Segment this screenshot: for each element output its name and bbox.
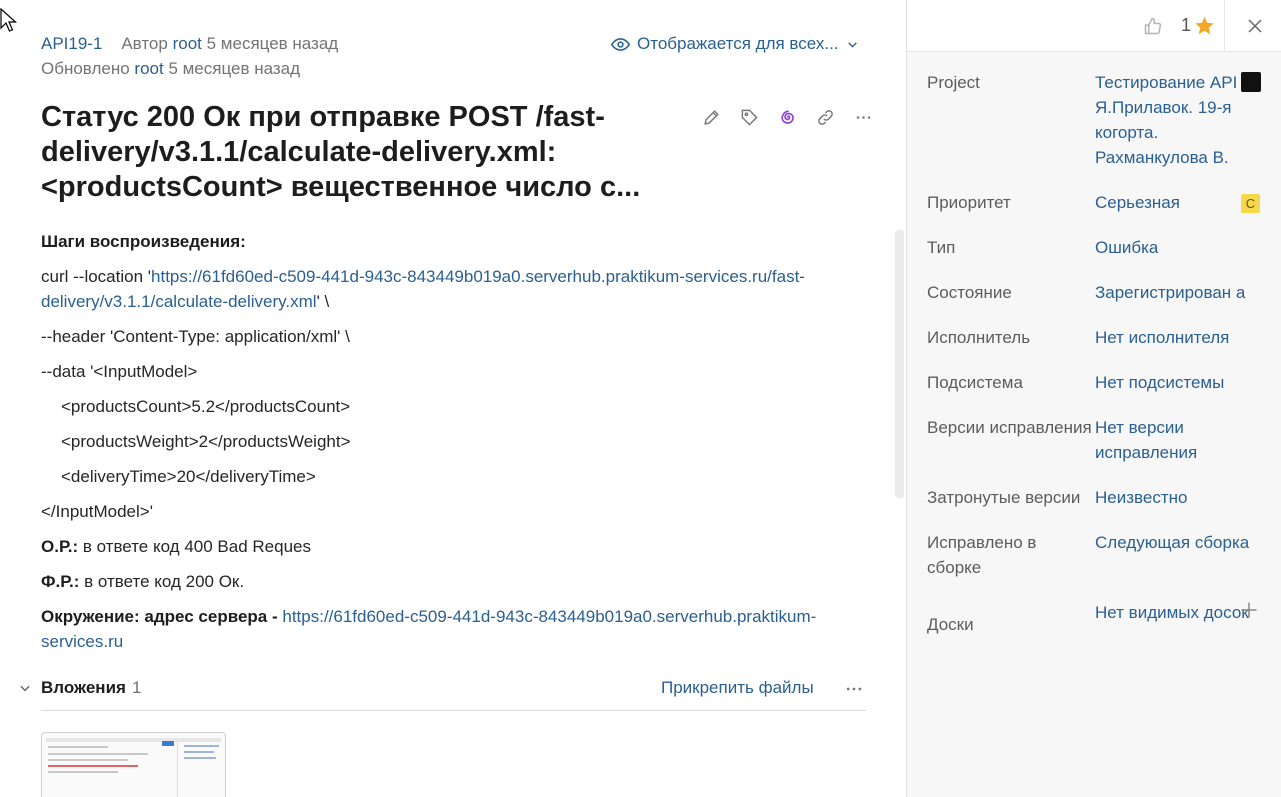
field-key: Приоритет (927, 193, 1011, 212)
attachment-thumbnail[interactable] (41, 732, 226, 797)
more-horizontal-icon[interactable] (844, 679, 864, 699)
field-affected-versions: Затронутые версии Неизвестно (927, 485, 1267, 510)
field-key: Затронутые версии (927, 488, 1081, 507)
votes-counter[interactable]: 1 (1181, 15, 1215, 36)
copy-link-button[interactable] (814, 106, 837, 129)
field-fixed-in-build: Исправлено в сборке Следующая сборка (927, 530, 1267, 580)
field-assignee: Исполнитель Нет исполнителя (927, 325, 1267, 350)
updated-time: 5 месяцев назад (168, 59, 301, 78)
field-subsystem: Подсистема Нет подсистемы (927, 370, 1267, 395)
issue-fields: Project Тестирование API Я.Прилавок. 19-… (927, 70, 1267, 657)
link-icon (818, 110, 833, 125)
expected-result: О.Р.: в ответе код 400 Bad Reques (41, 534, 886, 559)
issue-meta-updated: Обновлено root 5 месяцев назад (41, 59, 300, 79)
field-key: Project (927, 73, 980, 92)
priority-badge: С (1241, 194, 1260, 213)
actual-text: в ответе код 200 Ок. (79, 572, 245, 591)
curl-line: curl --location 'https://61fd60ed-c509-4… (41, 264, 886, 314)
actual-result: Ф.Р.: в ответе код 200 Ок. (41, 569, 886, 594)
field-type: Тип Ошибка (927, 235, 1267, 260)
votes-count: 1 (1181, 15, 1192, 35)
field-value[interactable]: Следующая сборка (1095, 530, 1250, 580)
expected-text: в ответе код 400 Bad Reques (78, 537, 311, 556)
author-link[interactable]: root (173, 34, 202, 53)
field-value[interactable]: Неизвестно (1095, 485, 1250, 510)
issue-description: Шаги воспроизведения: curl --location 'h… (41, 229, 886, 664)
xml-products-weight: <productsWeight>2</productsWeight> (61, 432, 351, 451)
xml-delivery-time: <deliveryTime>20</deliveryTime> (61, 467, 316, 486)
actual-label: Ф.Р.: (41, 572, 80, 591)
tag-button[interactable] (738, 106, 761, 129)
updater-link[interactable]: root (134, 59, 163, 78)
updated-prefix: Обновлено (41, 59, 130, 78)
issue-title[interactable]: Статус 200 Ок при отправке POST /fast-de… (41, 100, 691, 205)
field-boards: Доски Нет видимых досок (927, 600, 1267, 637)
more-actions-button[interactable] (852, 106, 875, 129)
thumbs-up-icon[interactable] (1143, 16, 1163, 36)
plus-icon[interactable] (1239, 600, 1259, 620)
curl-url-link[interactable]: https://61fd60ed-c509-441d-943c-843449b0… (41, 267, 805, 311)
edit-button[interactable] (700, 106, 723, 129)
more-horizontal-icon (856, 116, 871, 119)
chevron-down-icon (847, 41, 857, 48)
expected-label: О.Р.: (41, 537, 79, 556)
visibility-dropdown[interactable]: Отображается для всех... (611, 34, 859, 54)
field-key: Доски (927, 615, 974, 634)
field-value[interactable]: Нет исполнителя (1095, 325, 1250, 350)
author-prefix: Автор (121, 34, 168, 53)
field-fix-versions: Версии исправления Нет версии исправлени… (927, 415, 1267, 465)
attachments-label: Вложения (41, 678, 126, 697)
env-label: Окружение: адрес сервера - (41, 607, 283, 626)
field-value[interactable]: Зарегистрирован а (1095, 280, 1250, 305)
eye-icon (611, 37, 630, 51)
attachments-count: 1 (131, 678, 142, 697)
field-key: Подсистема (927, 373, 1023, 392)
title-actions (700, 106, 875, 129)
attachments-divider (41, 710, 866, 711)
content-scrollbar[interactable] (895, 230, 904, 498)
issue-sidebar: 1 Project Тестирование API Я.Прилавок. 1… (907, 0, 1281, 797)
field-key: Исполнитель (927, 328, 1031, 347)
created-time: 5 месяцев назад (206, 34, 339, 53)
field-priority: Приоритет Серьезная С (927, 190, 1267, 215)
tag-icon (741, 109, 758, 126)
field-value[interactable]: Нет подсистемы (1095, 370, 1250, 395)
issue-main-panel: API19-1 Автор root 5 месяцев назад Обнов… (0, 0, 906, 797)
data-line: --data '<InputModel> (41, 362, 198, 381)
toolbar-divider (1224, 0, 1225, 52)
project-icon (1241, 72, 1261, 92)
field-key: Версии исправления (927, 418, 1092, 437)
field-value[interactable]: Нет версии исправления (1095, 415, 1250, 465)
curl-suffix: ' \ (316, 292, 330, 311)
ai-assistant-button[interactable] (776, 106, 799, 129)
ai-spiral-icon (781, 110, 794, 124)
xml-close: </InputModel>' (41, 502, 153, 521)
field-value[interactable]: Ошибка (1095, 235, 1250, 260)
sidebar-toolbar: 1 (907, 0, 1281, 52)
field-key: Состояние (927, 283, 1012, 302)
xml-products-count: <productsCount>5.2</productsCount> (61, 397, 351, 416)
pencil-icon (704, 110, 719, 125)
header-line: --header 'Content-Type: application/xml'… (41, 327, 350, 346)
environment: Окружение: адрес сервера - https://61fd6… (41, 604, 886, 654)
issue-key-link[interactable]: API19-1 (41, 34, 102, 53)
chevron-down-icon[interactable] (18, 681, 32, 695)
field-value[interactable]: Серьезная (1095, 190, 1250, 215)
attachments-header: Вложения 1 Прикрепить файлы (18, 676, 868, 700)
field-project: Project Тестирование API Я.Прилавок. 19-… (927, 70, 1267, 170)
field-value[interactable]: Тестирование API Я.Прилавок. 19-я когорт… (1095, 70, 1250, 170)
field-state: Состояние Зарегистрирован а (927, 280, 1267, 305)
visibility-label: Отображается для всех... (637, 34, 839, 53)
curl-prefix: curl --location ' (41, 267, 152, 286)
steps-label: Шаги воспроизведения: (41, 232, 246, 251)
field-value[interactable]: Нет видимых досок (1095, 600, 1250, 637)
field-key: Исправлено в сборке (927, 533, 1037, 577)
issue-meta-created: API19-1 Автор root 5 месяцев назад (41, 34, 338, 54)
close-icon[interactable] (1246, 17, 1264, 35)
star-icon (1195, 16, 1214, 35)
field-key: Тип (927, 238, 956, 257)
attach-files-button[interactable]: Прикрепить файлы (661, 678, 814, 698)
